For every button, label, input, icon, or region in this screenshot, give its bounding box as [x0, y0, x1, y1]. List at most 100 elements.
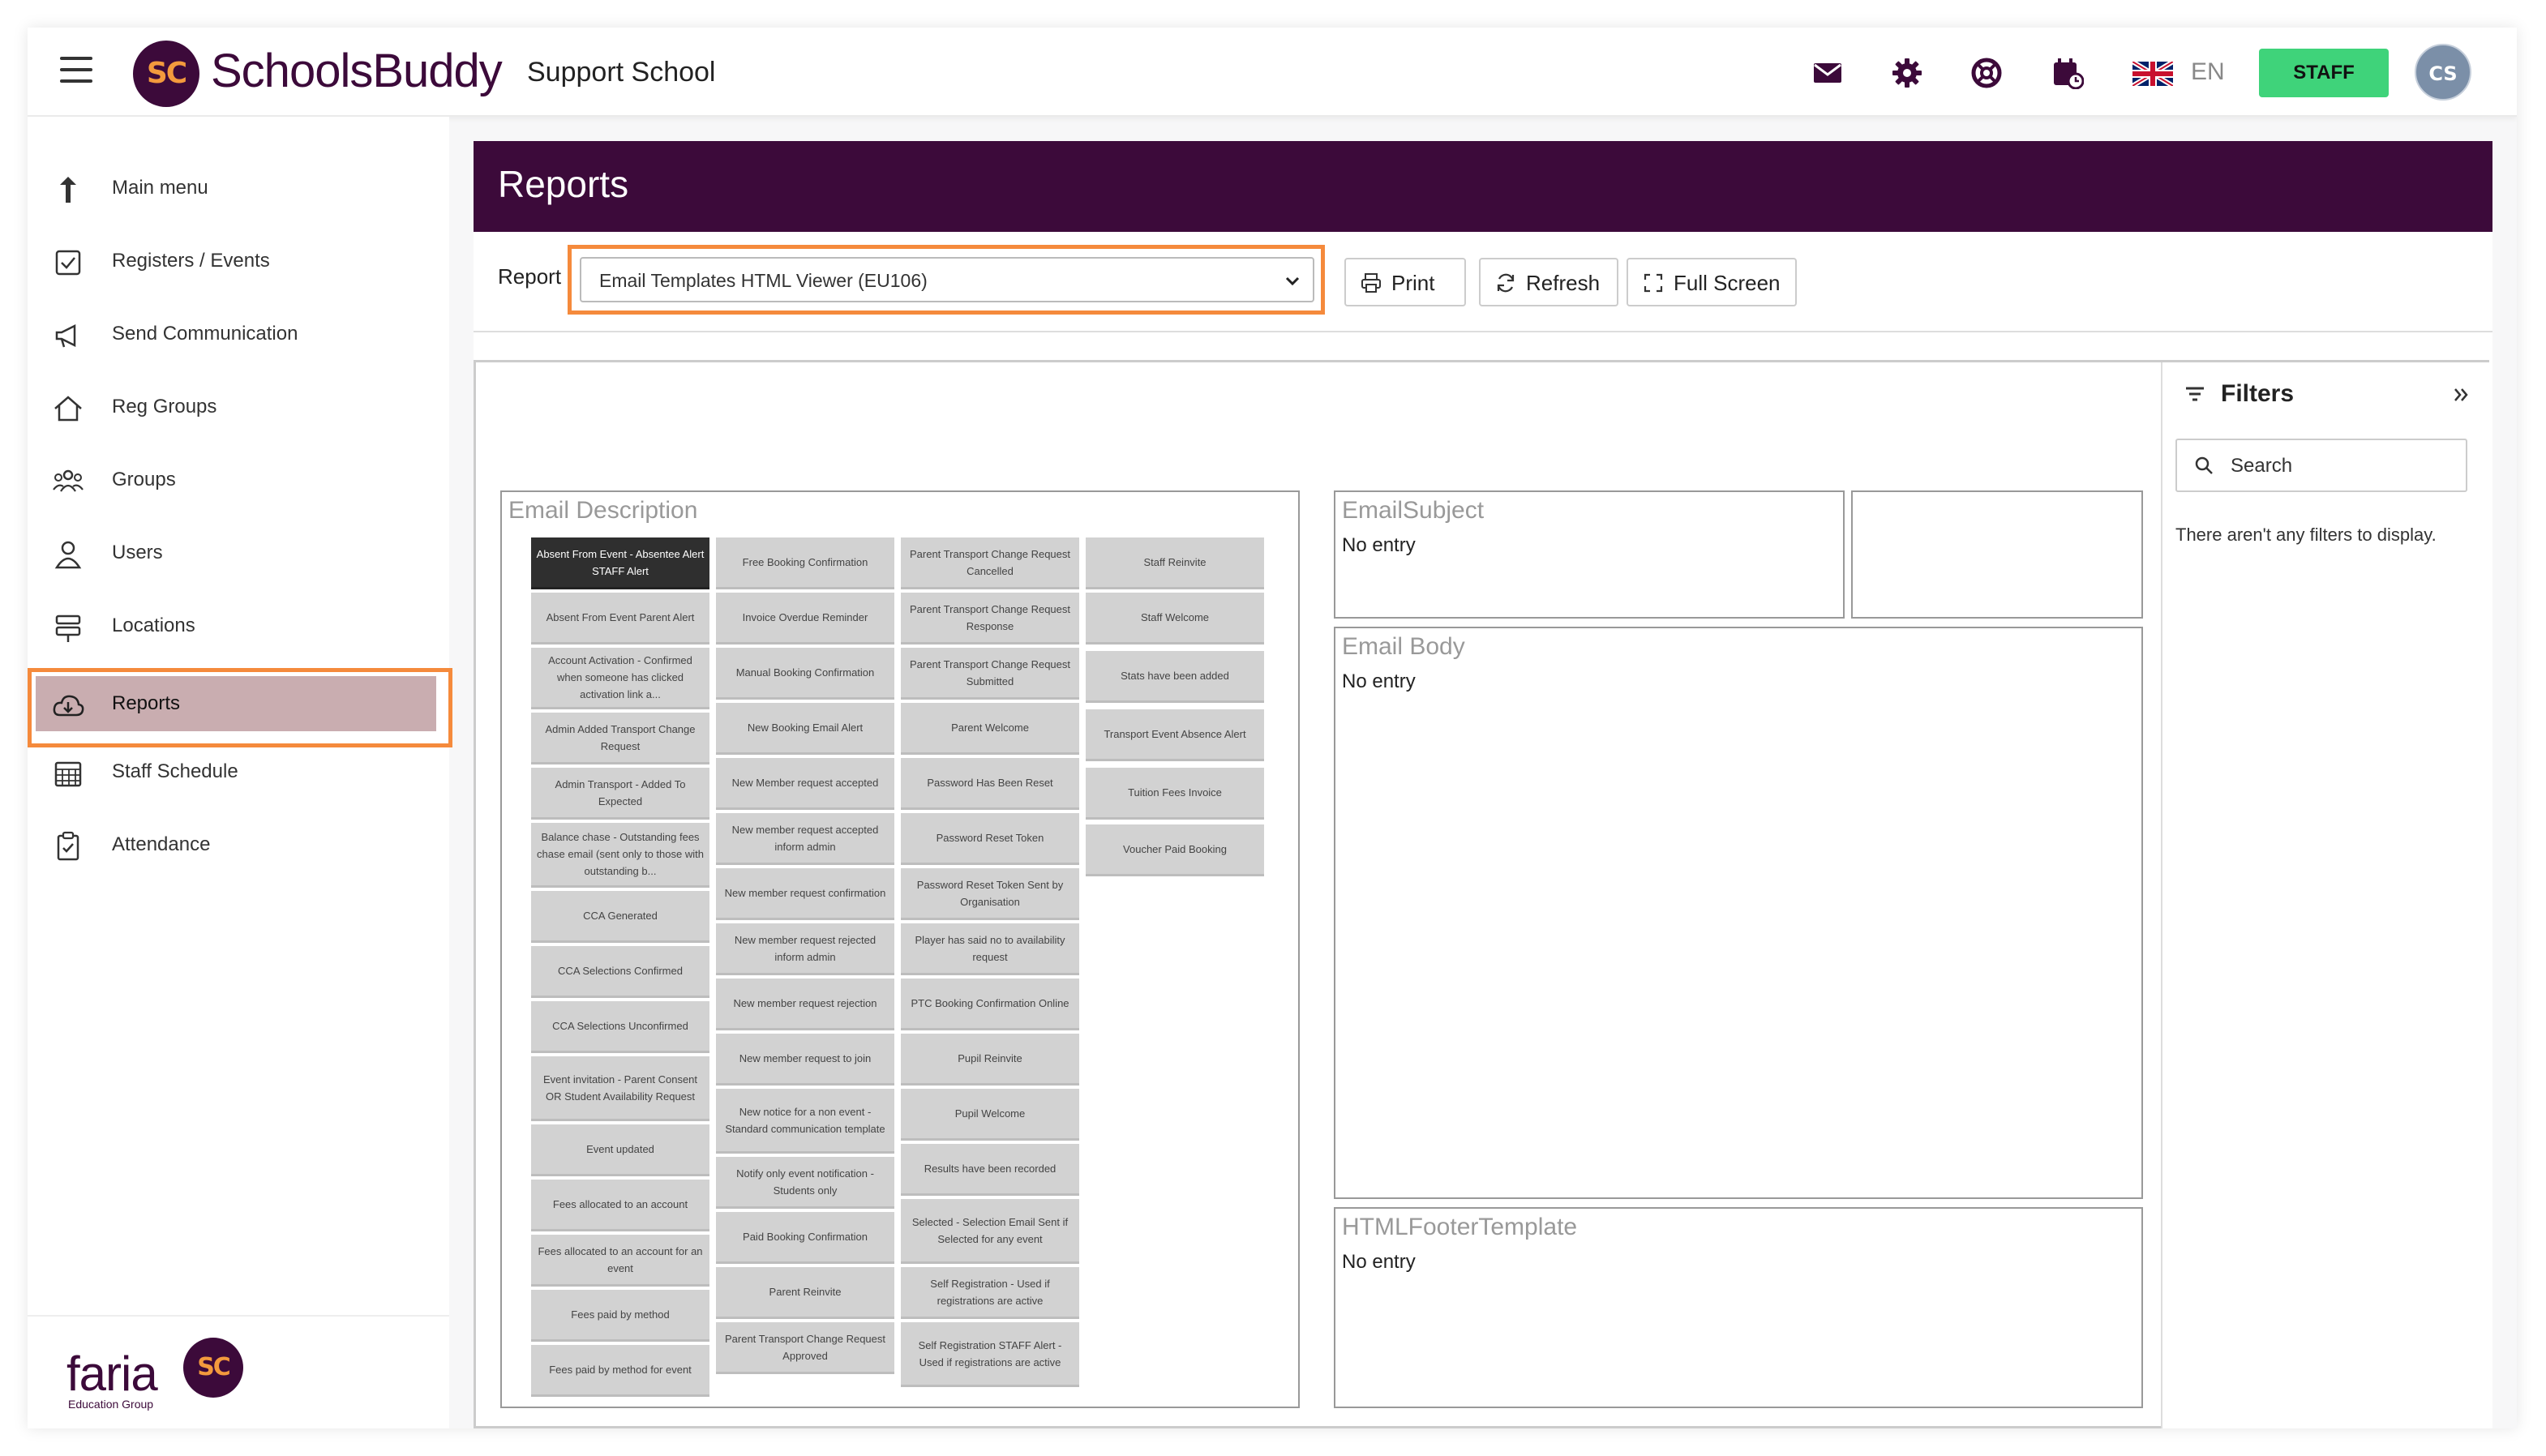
template-tile[interactable]: New member request rejection	[716, 979, 894, 1030]
print-button[interactable]: Print	[1344, 258, 1466, 306]
template-tile[interactable]: New member request accepted inform admin	[716, 813, 894, 865]
template-tile[interactable]: Parent Transport Change Request Submitte…	[901, 648, 1079, 700]
template-tile[interactable]: Pupil Welcome	[901, 1089, 1079, 1141]
email-description-title: Email Description	[508, 497, 698, 524]
email-description-panel: Email Description Absent From Event - Ab…	[500, 490, 1300, 1408]
template-tile[interactable]: Tuition Fees Invoice	[1086, 768, 1264, 820]
sidebar-item-reports[interactable]: Reports	[28, 668, 452, 747]
template-tile[interactable]: Admin Added Transport Change Request	[531, 713, 709, 764]
sidebar-item-reg-groups[interactable]: Reg Groups	[28, 376, 449, 441]
template-tile[interactable]: Fees allocated to an account for an even…	[531, 1235, 709, 1287]
template-tile[interactable]: New member request to join	[716, 1034, 894, 1086]
template-tile[interactable]: New Booking Email Alert	[716, 703, 894, 755]
sidebar-item-users[interactable]: Users	[28, 522, 449, 587]
template-tile[interactable]: Staff Reinvite	[1086, 537, 1264, 589]
sidebar-item-main-menu[interactable]: Main menu	[28, 157, 449, 222]
template-tile[interactable]: Self Registration STAFF Alert - Used if …	[901, 1322, 1079, 1387]
sidebar-item-label: Registers / Events	[112, 250, 270, 272]
sidebar-item-locations[interactable]: Locations	[28, 595, 449, 660]
sidebar-item-label: Locations	[112, 615, 195, 636]
calendar-grid-icon	[54, 761, 82, 787]
template-tile[interactable]: Password Reset Token Sent by Organisatio…	[901, 868, 1079, 920]
template-tile[interactable]: Invoice Overdue Reminder	[716, 593, 894, 644]
template-tile[interactable]: Fees paid by method for event	[531, 1345, 709, 1397]
chevron-down-icon	[1285, 276, 1300, 286]
lifebuoy-help-icon[interactable]	[1970, 57, 2003, 89]
sidebar-item-groups[interactable]: Groups	[28, 449, 449, 514]
sidebar-item-label: Reports	[112, 692, 181, 714]
schoolsbuddy-logo[interactable]: SC	[133, 41, 199, 107]
sidebar: Main menu Registers / Events Send Commun…	[28, 117, 452, 1428]
avatar[interactable]: CS	[2415, 44, 2471, 101]
template-tile[interactable]: Free Booking Confirmation	[716, 537, 894, 589]
sidebar-item-label: Users	[112, 542, 163, 563]
template-tile[interactable]: Password Has Been Reset	[901, 758, 1079, 810]
template-tile[interactable]: Parent Transport Change Request Response	[901, 593, 1079, 644]
search-icon	[2195, 456, 2213, 474]
cloud-download-icon	[53, 695, 84, 717]
hamburger-menu-icon[interactable]	[60, 55, 92, 84]
template-tile[interactable]: Selected - Selection Email Sent if Selec…	[901, 1199, 1079, 1264]
chevron-double-right-icon[interactable]	[2451, 385, 2471, 405]
megaphone-icon	[55, 323, 76, 348]
filter-icon	[2186, 387, 2204, 401]
template-tile[interactable]: Parent Transport Change Request Approved	[716, 1322, 894, 1374]
template-tile[interactable]: Notify only event notification - Student…	[716, 1157, 894, 1209]
sidebar-item-label: Attendance	[112, 833, 211, 855]
template-tile[interactable]: Pupil Reinvite	[901, 1034, 1079, 1086]
template-tile[interactable]: New member request confirmation	[716, 868, 894, 920]
app-window: SC SchoolsBuddy Support School EN STAFF …	[28, 28, 2517, 1428]
email-subject-value: No entry	[1342, 534, 1416, 556]
template-tile[interactable]: CCA Selections Unconfirmed	[531, 1001, 709, 1053]
printer-icon	[1361, 273, 1381, 293]
template-tile[interactable]: Voucher Paid Booking	[1086, 824, 1264, 876]
template-tile[interactable]: Absent From Event - Absentee Alert STAFF…	[531, 537, 709, 589]
template-tile[interactable]: Parent Welcome	[901, 703, 1079, 755]
template-tile[interactable]: Balance chase - Outstanding fees chase e…	[531, 823, 709, 888]
sidebar-item-registers-events[interactable]: Registers / Events	[28, 230, 449, 295]
template-tile[interactable]: Event updated	[531, 1124, 709, 1176]
uk-flag-icon[interactable]	[2132, 62, 2173, 86]
template-tile[interactable]: Event invitation - Parent Consent OR Stu…	[531, 1056, 709, 1121]
calendar-clock-icon[interactable]	[2051, 57, 2084, 89]
template-tile[interactable]: Admin Transport - Added To Expected	[531, 768, 709, 820]
template-tile[interactable]: Password Reset Token	[901, 813, 1079, 865]
template-tile[interactable]: Player has said no to availability reque…	[901, 923, 1079, 975]
gear-icon[interactable]	[1891, 57, 1923, 89]
template-tile[interactable]: Absent From Event Parent Alert	[531, 593, 709, 644]
template-tile[interactable]: Parent Reinvite	[716, 1267, 894, 1319]
full-screen-button[interactable]: Full Screen	[1627, 258, 1797, 306]
sidebar-item-label: Groups	[112, 469, 176, 490]
template-tile[interactable]: New notice for a non event - Standard co…	[716, 1089, 894, 1154]
refresh-button[interactable]: Refresh	[1479, 258, 1618, 306]
sidebar-divider	[28, 1315, 449, 1317]
template-tile[interactable]: New member request rejected inform admin	[716, 923, 894, 975]
filter-search-input[interactable]: Search	[2175, 439, 2467, 492]
language-selector[interactable]: EN	[2191, 58, 2225, 86]
template-tile[interactable]: Results have been recorded	[901, 1144, 1079, 1196]
template-tile[interactable]: New Member request accepted	[716, 758, 894, 810]
template-tile[interactable]: Fees allocated to an account	[531, 1180, 709, 1231]
template-tile[interactable]: Transport Event Absence Alert	[1086, 709, 1264, 761]
html-footer-template-value: No entry	[1342, 1251, 1416, 1273]
template-tile[interactable]: PTC Booking Confirmation Online	[901, 979, 1079, 1030]
template-tile[interactable]: Parent Transport Change Request Cancelle…	[901, 537, 1079, 589]
template-tile[interactable]: Staff Welcome	[1086, 593, 1264, 644]
sidebar-item-attendance[interactable]: Attendance	[28, 814, 449, 879]
template-tile[interactable]: Manual Booking Confirmation	[716, 648, 894, 700]
staff-role-button[interactable]: STAFF	[2259, 49, 2389, 97]
faria-logo: faria	[66, 1347, 158, 1401]
template-tile[interactable]: Fees paid by method	[531, 1290, 709, 1342]
template-tile[interactable]: Stats have been added	[1086, 651, 1264, 703]
sidebar-item-staff-schedule[interactable]: Staff Schedule	[28, 741, 449, 806]
email-subject-panel: EmailSubject No entry	[1334, 490, 1845, 619]
template-tile[interactable]: Self Registration - Used if registration…	[901, 1267, 1079, 1319]
schoolsbuddy-footer-logo: SC	[183, 1338, 243, 1398]
template-tile[interactable]: Paid Booking Confirmation	[716, 1212, 894, 1264]
sidebar-item-send-communication[interactable]: Send Communication	[28, 303, 449, 368]
mail-icon[interactable]	[1811, 57, 1844, 89]
report-select[interactable]: Email Templates HTML Viewer (EU106)	[580, 257, 1314, 302]
template-tile[interactable]: Account Activation - Confirmed when some…	[531, 648, 709, 709]
template-tile[interactable]: CCA Selections Confirmed	[531, 946, 709, 998]
template-tile[interactable]: CCA Generated	[531, 891, 709, 943]
